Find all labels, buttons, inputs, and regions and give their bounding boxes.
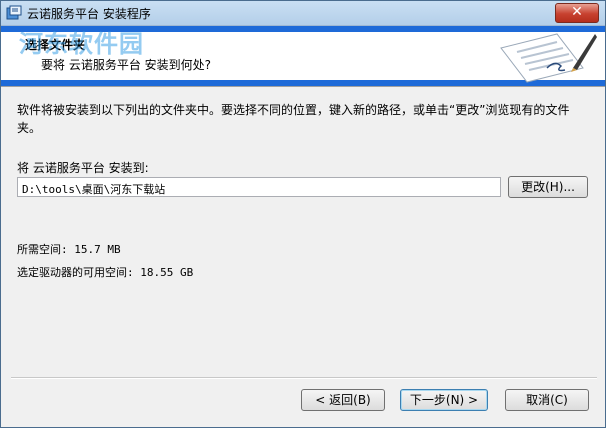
installer-icon <box>6 5 22 20</box>
title-bar[interactable]: 云诺服务平台 安装程序 ✕ <box>1 1 605 26</box>
close-button[interactable]: ✕ <box>555 3 599 23</box>
document-pen-icon <box>500 33 597 83</box>
back-button[interactable]: < 返回(B) <box>301 389 385 411</box>
header-banner: 选择文件夹 要将 云诺服务平台 安装到何处? 河东软件园 <box>1 26 605 87</box>
cancel-button[interactable]: 取消(C) <box>505 389 589 411</box>
install-path-input[interactable]: D:\tools\桌面\河东下载站 <box>17 177 501 197</box>
window-title: 云诺服务平台 安装程序 <box>27 7 151 21</box>
content-area: 软件将被安装到以下列出的文件夹中。要选择不同的位置，键入新的路径，或单击“更改”… <box>1 87 605 377</box>
watermark-text: 河东软件园 <box>19 30 144 58</box>
space-required-text: 所需空间: 15.7 MB <box>17 243 121 256</box>
installer-window: 云诺服务平台 安装程序 ✕ 选择文件夹 要将 云诺服务平台 安装到何处? 河东软… <box>0 0 606 428</box>
space-available-text: 选定驱动器的可用空间: 18.55 GB <box>17 266 194 279</box>
next-button[interactable]: 下一步(N) > <box>400 389 488 411</box>
intro-text: 软件将被安装到以下列出的文件夹中。要选择不同的位置，键入新的路径，或单击“更改”… <box>17 103 570 135</box>
close-icon: ✕ <box>571 4 583 20</box>
install-path-label: 将 云诺服务平台 安装到: <box>17 161 149 175</box>
browse-button[interactable]: 更改(H)... <box>508 176 588 198</box>
footer-divider <box>11 377 597 379</box>
